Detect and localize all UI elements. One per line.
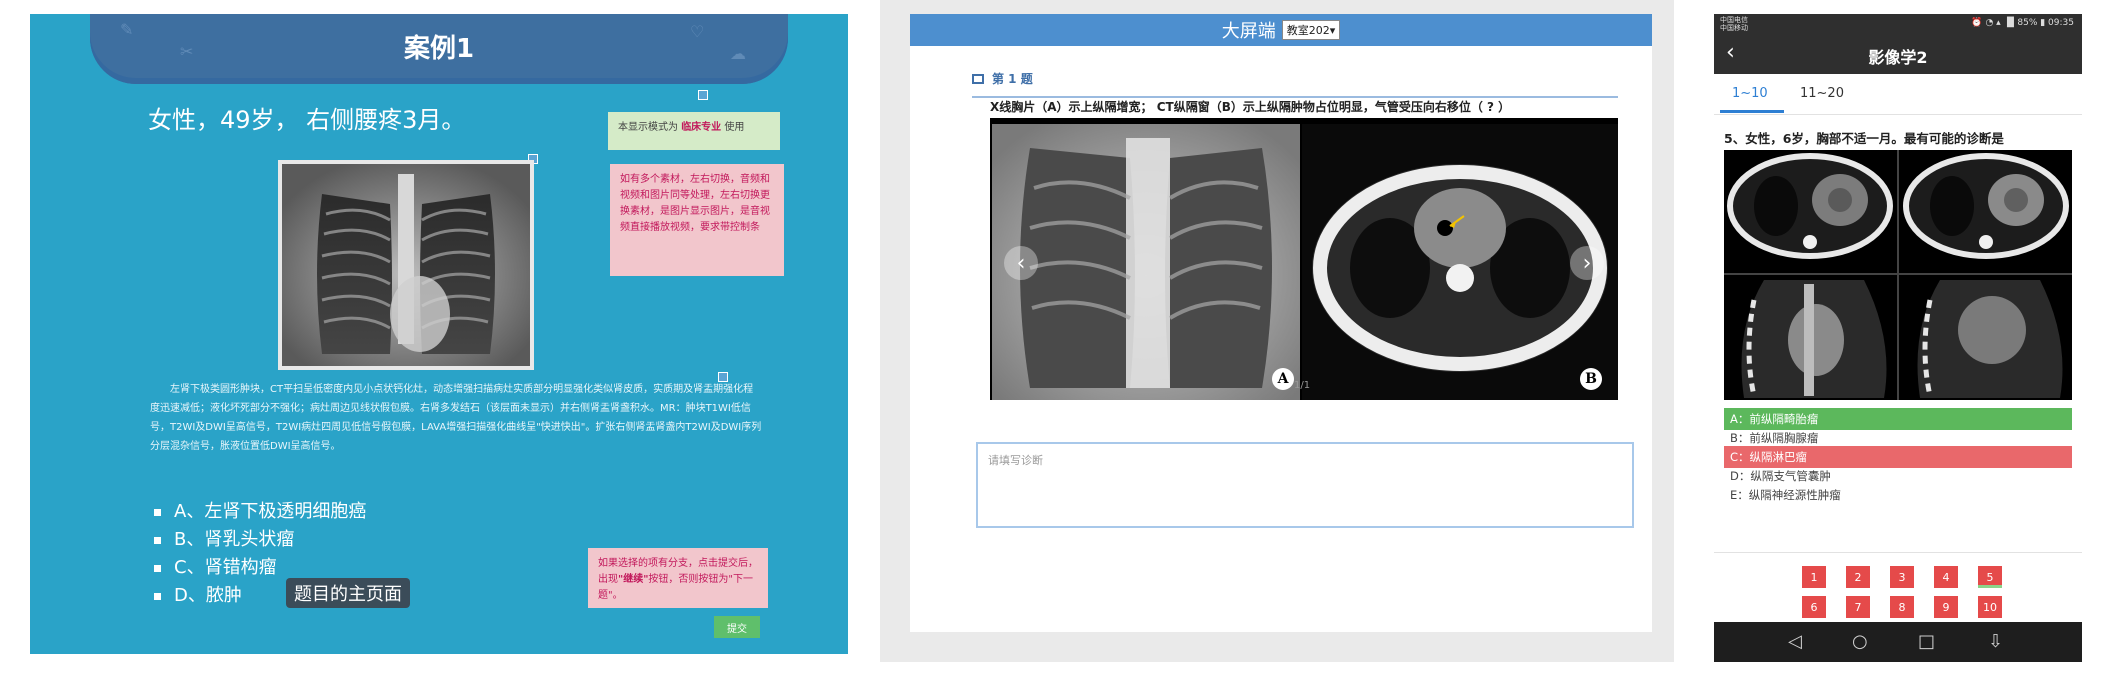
carrier-2: 中国移动 [1720,24,1748,32]
back-triangle-icon[interactable]: ◁ [1788,631,1802,652]
question-number-button[interactable]: 6 [1802,596,1826,618]
question-number-button[interactable]: 8 [1890,596,1914,618]
resize-handle[interactable] [698,90,708,100]
question-number-button[interactable]: 1 [1802,566,1826,588]
question-number-button[interactable]: 4 [1934,566,1958,588]
chest-images [992,124,1618,400]
ct-image-grid [1724,150,2072,400]
question-number: 第 1 题 [992,72,1033,86]
next-image-button[interactable]: › [1570,246,1604,280]
top-bar: 大屏端 教室202 ▾ [910,14,1652,46]
note-emphasis: "继续" [618,574,649,585]
mobile-quiz-panel: 中国电信 中国移动 ⏰ ◔ ▴ ▐▌85% ▮ 09:35 ‹ 影像学2 1~1… [1714,14,2082,662]
question-text: X线胸片（A）示上纵隔增宽； CT纵隔窗（B）示上纵隔肿物占位明显，气管受压向右… [990,100,1511,114]
question-text: 5、女性，6岁，胸部不适一月。最有可能的诊断是 [1724,131,2004,146]
question-number-button[interactable]: 3 [1890,566,1914,588]
question-number-button[interactable]: 10 [1978,596,2002,618]
option-b[interactable]: B、肾乳头状瘤 [154,526,366,554]
tab-1-10[interactable]: 1~10 [1732,86,1768,101]
question-heading: 第 1 题 [972,70,1033,87]
divider [1714,552,2082,553]
classroom-select-value: 教室202 [1286,24,1330,37]
case-description: 左肾下极类圆形肿块，CT平扫呈低密度内见小点状钙化灶，动态增强扫描病灶实质部分明… [150,384,762,452]
diagnosis-input[interactable]: 请填写诊断 [976,442,1634,528]
case-title-tab: ✎ ✂ ♡ ☁ 案例1 [90,14,788,84]
branch-note: 如果选择的项有分支，点击提交后，出现"继续"按钮，否则按钮为"下一题"。 [588,548,768,608]
note-text: 本显示模式为 [618,122,678,133]
ct-images [1724,150,2072,400]
menu-down-icon[interactable]: ⇩ [1988,631,2003,652]
option-a[interactable]: A、左肾下极透明细胞癌 [154,498,366,526]
media-switch-note: 如有多个素材，左右切换，音频和视频和图片同等处理，左右切换更换素材，是图片显示图… [610,164,784,276]
app-bar: ‹ 影像学2 [1714,34,2082,74]
case-presentation-panel: ✎ ✂ ♡ ☁ 案例1 女性，49岁， 右侧腰疼3月。 本显示模式为 临床专业 … [30,14,848,654]
display-mode-note: 本显示模式为 临床专业 使用 [608,112,780,150]
question-number-button-current[interactable]: 5 [1978,566,2002,588]
image-carousel: ‹ › A B 1/1 [990,118,1618,400]
main-page-caption: 题目的主页面 [286,578,410,608]
chest-xray-image [278,160,534,370]
image-pager: 1/1 [1294,380,1311,391]
system-nav-bar: ◁ ○ □ ⇩ [1714,622,2082,662]
status-indicators: ⏰ ◔ ▴ ▐▌85% ▮ 09:35 [1971,18,2074,28]
image-label-b: B [1580,368,1602,390]
page-title: 影像学2 [1868,48,1928,67]
case-title: 案例1 [403,34,475,64]
range-tabs: 1~10 11~20 [1714,74,2082,115]
status-bar: 中国电信 中国移动 ⏰ ◔ ▴ ▐▌85% ▮ 09:35 [1714,14,2082,34]
question-number-button[interactable]: 2 [1846,566,1870,588]
recent-square-icon[interactable]: □ [1918,631,1935,652]
carrier-labels: 中国电信 中国移动 [1720,16,1748,32]
note-emphasis: 临床专业 [681,122,722,133]
question-number-button[interactable]: 7 [1846,596,1870,618]
big-screen-panel: 大屏端 教室202 ▾ 第 1 题 X线胸片（A）示上纵隔增宽； CT纵隔窗（B… [880,0,1674,662]
submit-button[interactable]: 提交 [714,616,760,638]
home-circle-icon[interactable]: ○ [1852,631,1868,652]
image-label-a: A [1272,368,1294,390]
note-text: 使用 [724,122,745,133]
question-number-button[interactable]: 9 [1934,596,1958,618]
case-stem: 女性，49岁， 右侧腰疼3月。 [148,106,466,134]
question-list-icon [972,73,984,84]
answer-e[interactable]: E：纵隔神经源性肿瘤 [1724,484,2072,506]
screen-title: 大屏端 [1221,21,1276,42]
question-content: 第 1 题 X线胸片（A）示上纵隔增宽； CT纵隔窗（B）示上纵隔肿物占位明显，… [910,46,1652,632]
classroom-select[interactable]: 教室202 ▾ [1281,20,1341,40]
active-tab-indicator [1720,110,1784,113]
tab-11-20[interactable]: 11~20 [1800,86,1844,101]
chevron-down-icon: ▾ [1329,23,1336,37]
carrier-1: 中国电信 [1720,16,1748,24]
prev-image-button[interactable]: ‹ [1004,246,1038,280]
